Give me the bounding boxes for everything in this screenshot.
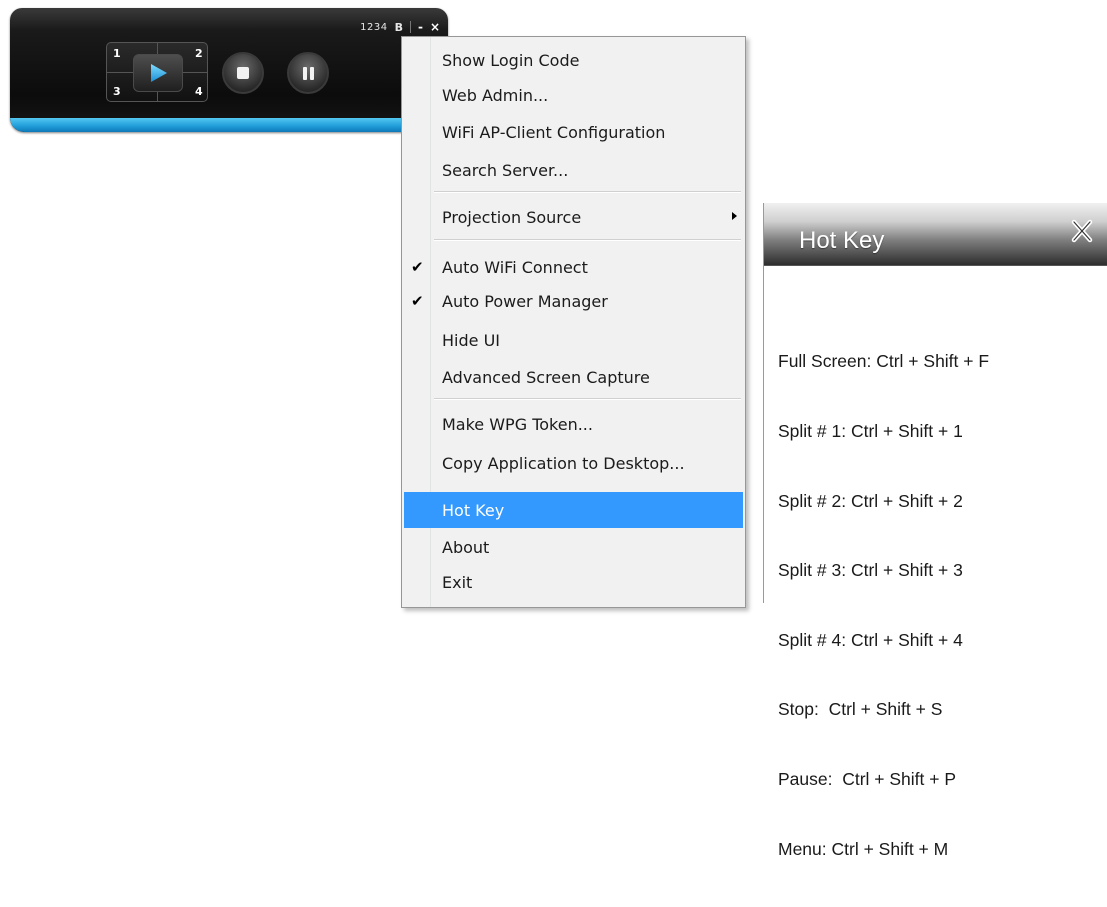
close-icon[interactable] (1067, 216, 1097, 246)
menu-separator (434, 398, 741, 400)
play-button[interactable] (133, 54, 183, 92)
play-icon (151, 64, 167, 82)
stop-button[interactable] (222, 52, 264, 94)
menu-item-hide-ui[interactable]: Hide UI (404, 324, 743, 356)
menu-item-show-login-code[interactable]: Show Login Code (404, 44, 743, 76)
menu-item-wifi-ap-client[interactable]: WiFi AP-Client Configuration (404, 116, 743, 148)
b-icon[interactable]: B (395, 21, 403, 34)
pause-button[interactable] (287, 52, 329, 94)
menu-item-auto-wifi-connect[interactable]: ✔ Auto WiFi Connect (404, 251, 743, 283)
checkmark-icon: ✔ (411, 292, 424, 310)
menu-item-label: Show Login Code (442, 50, 580, 70)
menu-item-label: WiFi AP-Client Configuration (442, 122, 666, 142)
split-1-button[interactable]: 1 (113, 47, 121, 60)
checkmark-icon: ✔ (411, 258, 424, 276)
menu-item-advanced-screen-capture[interactable]: Advanced Screen Capture (404, 361, 743, 393)
split-2-button[interactable]: 2 (195, 47, 203, 60)
menu-item-hot-key[interactable]: Hot Key (404, 492, 743, 528)
menu-item-make-wpg-token[interactable]: Make WPG Token... (404, 408, 743, 440)
menu-item-label: Web Admin... (442, 85, 549, 105)
player-toolbar: 1234 B - × 1 2 3 4 (10, 8, 448, 132)
menu-item-label: Exit (442, 572, 473, 592)
menu-item-projection-source[interactable]: Projection Source (404, 201, 743, 233)
close-button[interactable]: × (430, 20, 440, 34)
menu-item-label: Make WPG Token... (442, 414, 593, 434)
split-4-button[interactable]: 4 (195, 85, 203, 98)
menu-item-about[interactable]: About (404, 531, 743, 563)
stop-icon (237, 67, 249, 79)
login-code: 1234 (360, 21, 388, 33)
minimize-button[interactable]: - (418, 21, 423, 33)
split-3-button[interactable]: 3 (113, 85, 121, 98)
divider (409, 21, 411, 33)
menu-item-label: About (442, 537, 490, 557)
context-menu: Show Login Code Web Admin... WiFi AP-Cli… (401, 36, 746, 608)
menu-separator (434, 191, 741, 193)
menu-separator (434, 239, 741, 241)
menu-item-web-admin[interactable]: Web Admin... (404, 79, 743, 111)
submenu-arrow-icon (732, 212, 737, 220)
dialog-title: Hot Key (799, 227, 885, 254)
hot-key-line: Pause: Ctrl + Shift + P (778, 769, 956, 790)
menu-item-copy-app-to-desktop[interactable]: Copy Application to Desktop... (404, 447, 743, 479)
window-controls: 1234 B - × (360, 20, 440, 34)
hot-key-line: Full Screen: Ctrl + Shift + F (778, 351, 990, 372)
menu-item-label: Search Server... (442, 160, 569, 180)
menu-item-label: Hot Key (442, 500, 505, 520)
hot-key-dialog: Hot Key Full Screen: Ctrl + Shift + F Sp… (763, 203, 1107, 859)
menu-item-label: Auto WiFi Connect (442, 257, 588, 277)
hot-key-line: Split # 3: Ctrl + Shift + 3 (778, 560, 963, 581)
menu-item-label: Hide UI (442, 330, 500, 350)
dialog-title-bar: Hot Key (764, 203, 1107, 266)
hot-key-list: Full Screen: Ctrl + Shift + F Split # 1:… (778, 304, 989, 907)
pause-icon (302, 66, 314, 80)
hot-key-line: Split # 1: Ctrl + Shift + 1 (778, 421, 963, 442)
menu-item-label: Auto Power Manager (442, 291, 608, 311)
menu-item-label: Copy Application to Desktop... (442, 453, 685, 473)
menu-item-auto-power-manager[interactable]: ✔ Auto Power Manager (404, 285, 743, 317)
hot-key-line: Split # 4: Ctrl + Shift + 4 (778, 629, 963, 650)
hot-key-line: Split # 2: Ctrl + Shift + 2 (778, 490, 963, 511)
hot-key-line: Menu: Ctrl + Shift + M (778, 838, 949, 859)
menu-item-label: Advanced Screen Capture (442, 367, 650, 387)
accent-bar (10, 118, 448, 132)
menu-item-search-server[interactable]: Search Server... (404, 154, 743, 186)
menu-item-label: Projection Source (442, 207, 582, 227)
menu-item-exit[interactable]: Exit (404, 566, 743, 598)
hot-key-line: Stop: Ctrl + Shift + S (778, 699, 943, 720)
